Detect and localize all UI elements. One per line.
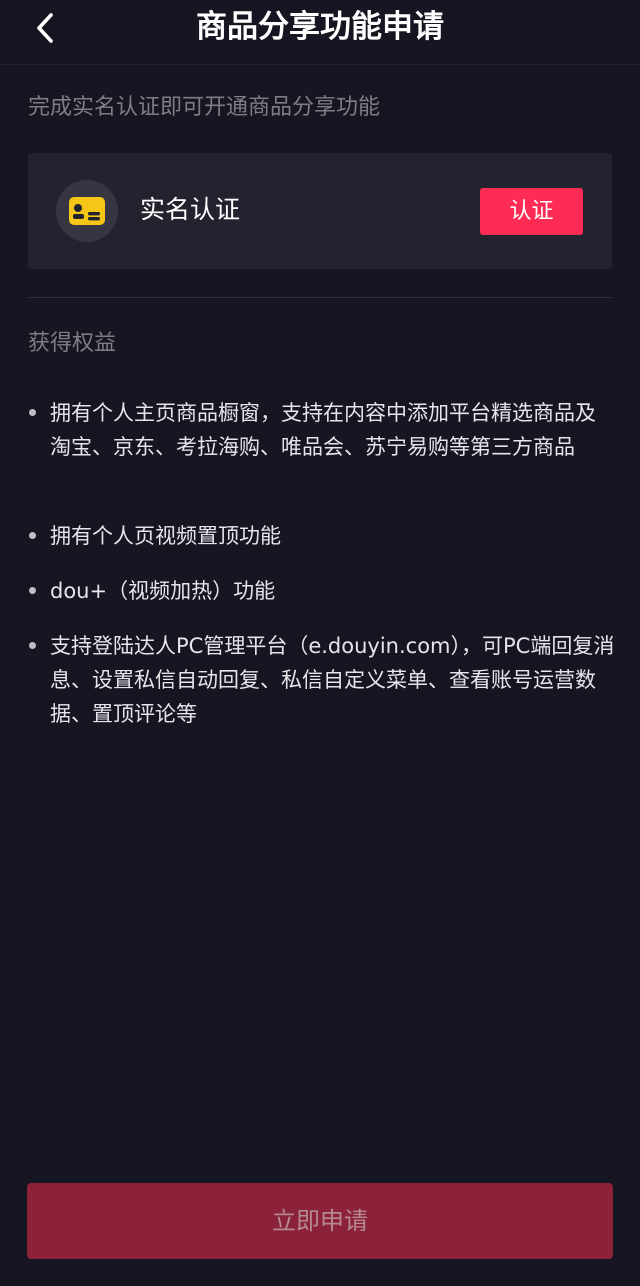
verification-label: 实名认证: [140, 195, 241, 224]
benefit-item: 拥有个人页视频置顶功能: [50, 524, 281, 548]
page-title: 商品分享功能申请: [196, 9, 444, 45]
header-bar: 商品分享功能申请: [0, 0, 640, 65]
bullet-dot: [29, 642, 36, 649]
apply-now-button[interactable]: 立即申请: [27, 1183, 613, 1259]
app-screen: 商品分享功能申请 完成实名认证即可开通商品分享功能 实名认证 认证 获得权益 拥…: [0, 0, 640, 1286]
benefits-title: 获得权益: [28, 331, 117, 356]
benefit-item: 拥有个人主页商品橱窗，支持在内容中添加平台精选商品及淘宝、京东、考拉海购、唯品会…: [50, 401, 596, 459]
bullet-dot: [29, 587, 36, 594]
bullet-dot: [29, 409, 36, 416]
benefit-item: dou+（视频加热）功能: [50, 579, 276, 603]
page-subtitle: 完成实名认证即可开通商品分享功能: [28, 95, 381, 120]
verification-card: 实名认证 认证: [28, 153, 612, 269]
verify-button[interactable]: 认证: [480, 188, 583, 235]
bullet-dot: [29, 532, 36, 539]
benefit-item: 支持登陆达人PC管理平台（e.douyin.com），可PC端回复消息、设置私信…: [50, 634, 615, 726]
section-divider: [28, 297, 612, 298]
id-card-icon-badge: [56, 180, 118, 242]
id-card-icon: [69, 197, 105, 225]
